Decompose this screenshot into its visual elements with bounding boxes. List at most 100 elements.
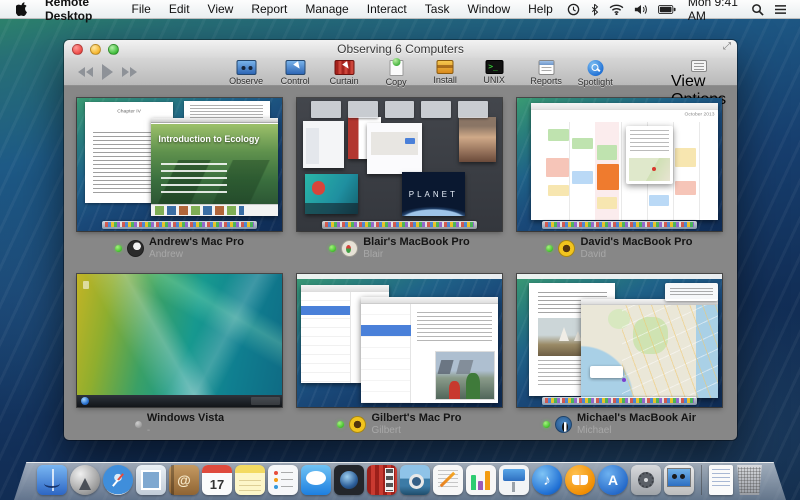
dock-icons: @ 17 ♪ A [14,465,786,495]
computer-cell-blair: PLANET Blair's MacBook Pro Blair [297,98,502,264]
menu-file[interactable]: File [123,2,160,16]
movie-title: PLANET [409,190,458,199]
mini-menubar [297,274,502,279]
dock: @ 17 ♪ A [14,454,786,500]
status-dot [115,245,122,252]
copy-button[interactable]: Copy [376,60,416,87]
unix-button[interactable]: >_ UNIX [474,60,514,87]
computer-name: Michael's MacBook Air [577,412,696,424]
volume-icon[interactable] [629,4,653,15]
screen-thumbnail-blair[interactable]: PLANET [297,98,502,231]
observe-button[interactable]: Observe [226,60,266,86]
menu-help[interactable]: Help [519,2,562,16]
status-dot [135,421,142,428]
dock-pages-icon[interactable] [433,465,463,495]
menu-task[interactable]: Task [416,2,459,16]
dock-finder-icon[interactable] [37,465,67,495]
wifi-icon[interactable] [604,4,629,15]
map-popover [590,366,623,378]
dock-keynote-icon[interactable] [499,465,529,495]
menu-edit[interactable]: Edit [160,2,199,16]
menu-interact[interactable]: Interact [358,2,416,16]
menu-window[interactable]: Window [458,2,519,16]
fast-forward-button[interactable] [122,67,137,77]
bluetooth-icon[interactable] [585,3,604,16]
control-icon [285,60,305,75]
active-app-name[interactable]: Remote Desktop [36,0,123,23]
apple-menu-icon[interactable] [8,2,36,16]
toolbar-buttons: Observe Control Curtain Copy I [226,60,615,87]
dock-iphoto-icon[interactable] [400,465,430,495]
zoom-button[interactable] [108,44,119,55]
computer-name: Windows Vista [147,412,224,424]
play-button[interactable] [102,64,113,80]
dock-itunes-icon[interactable]: ♪ [532,465,562,495]
dock-system-preferences-icon[interactable] [631,465,661,495]
computer-label-andrew: Andrew's Mac Pro Andrew [77,235,282,261]
selected-message-row [361,325,412,336]
screen-thumbnail-david[interactable]: October 2013 [517,98,722,231]
status-dot [543,421,550,428]
computer-cell-gilbert: Gilbert's Mac Pro Gilbert [297,274,502,440]
install-button[interactable]: Install [425,60,465,87]
close-button[interactable] [72,44,83,55]
screen-thumbnail-michael[interactable] [517,274,722,407]
dock-aperture-icon[interactable] [334,465,364,495]
info-group: Reports Spotlight [526,60,615,87]
status-dot [329,245,336,252]
avatar-penguin-icon [555,416,572,433]
dock-reminders-icon[interactable] [268,465,298,495]
reports-button[interactable]: Reports [526,60,566,87]
dock-messages-icon[interactable] [301,465,331,495]
menu-manage[interactable]: Manage [296,2,357,16]
computer-cell-michael: Michael's MacBook Air Michael [517,274,722,440]
dock-app-store-icon[interactable]: A [598,465,628,495]
dock-contacts-icon[interactable]: @ [169,465,199,495]
minimize-button[interactable] [90,44,101,55]
control-button[interactable]: Control [275,60,315,86]
time-machine-icon[interactable] [562,3,585,16]
curtain-button[interactable]: Curtain [324,60,364,86]
computer-user: Andrew [149,249,244,260]
menu-view[interactable]: View [199,2,243,16]
mini-calendar-window: October 2013 [531,103,718,220]
mini-dock [542,397,698,405]
dock-launchpad-icon[interactable] [70,465,100,495]
dock-photo-booth-icon[interactable] [367,465,397,495]
mini-notification [665,283,718,300]
notification-center-icon[interactable] [769,4,792,15]
dock-notes-icon[interactable] [235,465,265,495]
computer-user: Blair [363,249,470,260]
mini-menubar [517,274,722,279]
nav-controls [78,64,137,80]
spotlight-button[interactable]: Spotlight [575,60,615,87]
battery-icon[interactable] [653,5,681,14]
computer-cell-david: October 2013 [517,98,722,264]
curtain-icon [334,60,354,75]
dock-mail-icon[interactable] [136,465,166,495]
mini-dock [542,221,698,229]
screen-control-group: Observe Control Curtain [226,60,364,86]
computer-label-david: David's MacBook Pro David [517,235,722,261]
spotlight-icon [587,60,603,76]
taskbar-clock-area [251,397,280,404]
computer-name: Andrew's Mac Pro [149,236,244,248]
avatar-eagle-icon [127,240,144,257]
window-titlebar[interactable]: Observing 6 Computers ⤢ [64,40,737,58]
dock-ibooks-icon[interactable] [565,465,595,495]
menu-report[interactable]: Report [242,2,296,16]
dock-numbers-icon[interactable] [466,465,496,495]
dock-remote-desktop-icon[interactable] [664,465,694,495]
dock-calendar-icon[interactable]: 17 [202,465,232,495]
screen-thumbnail-vista[interactable] [77,274,282,407]
computer-user: Michael [577,425,696,436]
menubar-clock[interactable]: Mon 9:41 AM [681,0,746,23]
rewind-button[interactable] [78,67,93,77]
dock-trash-icon[interactable] [736,465,763,495]
screen-thumbnail-gilbert[interactable] [297,274,502,407]
fullscreen-icon[interactable]: ⤢ [723,41,731,52]
dock-safari-icon[interactable] [103,465,133,495]
dock-document-icon[interactable] [709,465,733,495]
spotlight-menu-icon[interactable] [746,3,769,16]
screen-thumbnail-andrew[interactable]: Chapter IV Introduction to Ecology [77,98,282,231]
